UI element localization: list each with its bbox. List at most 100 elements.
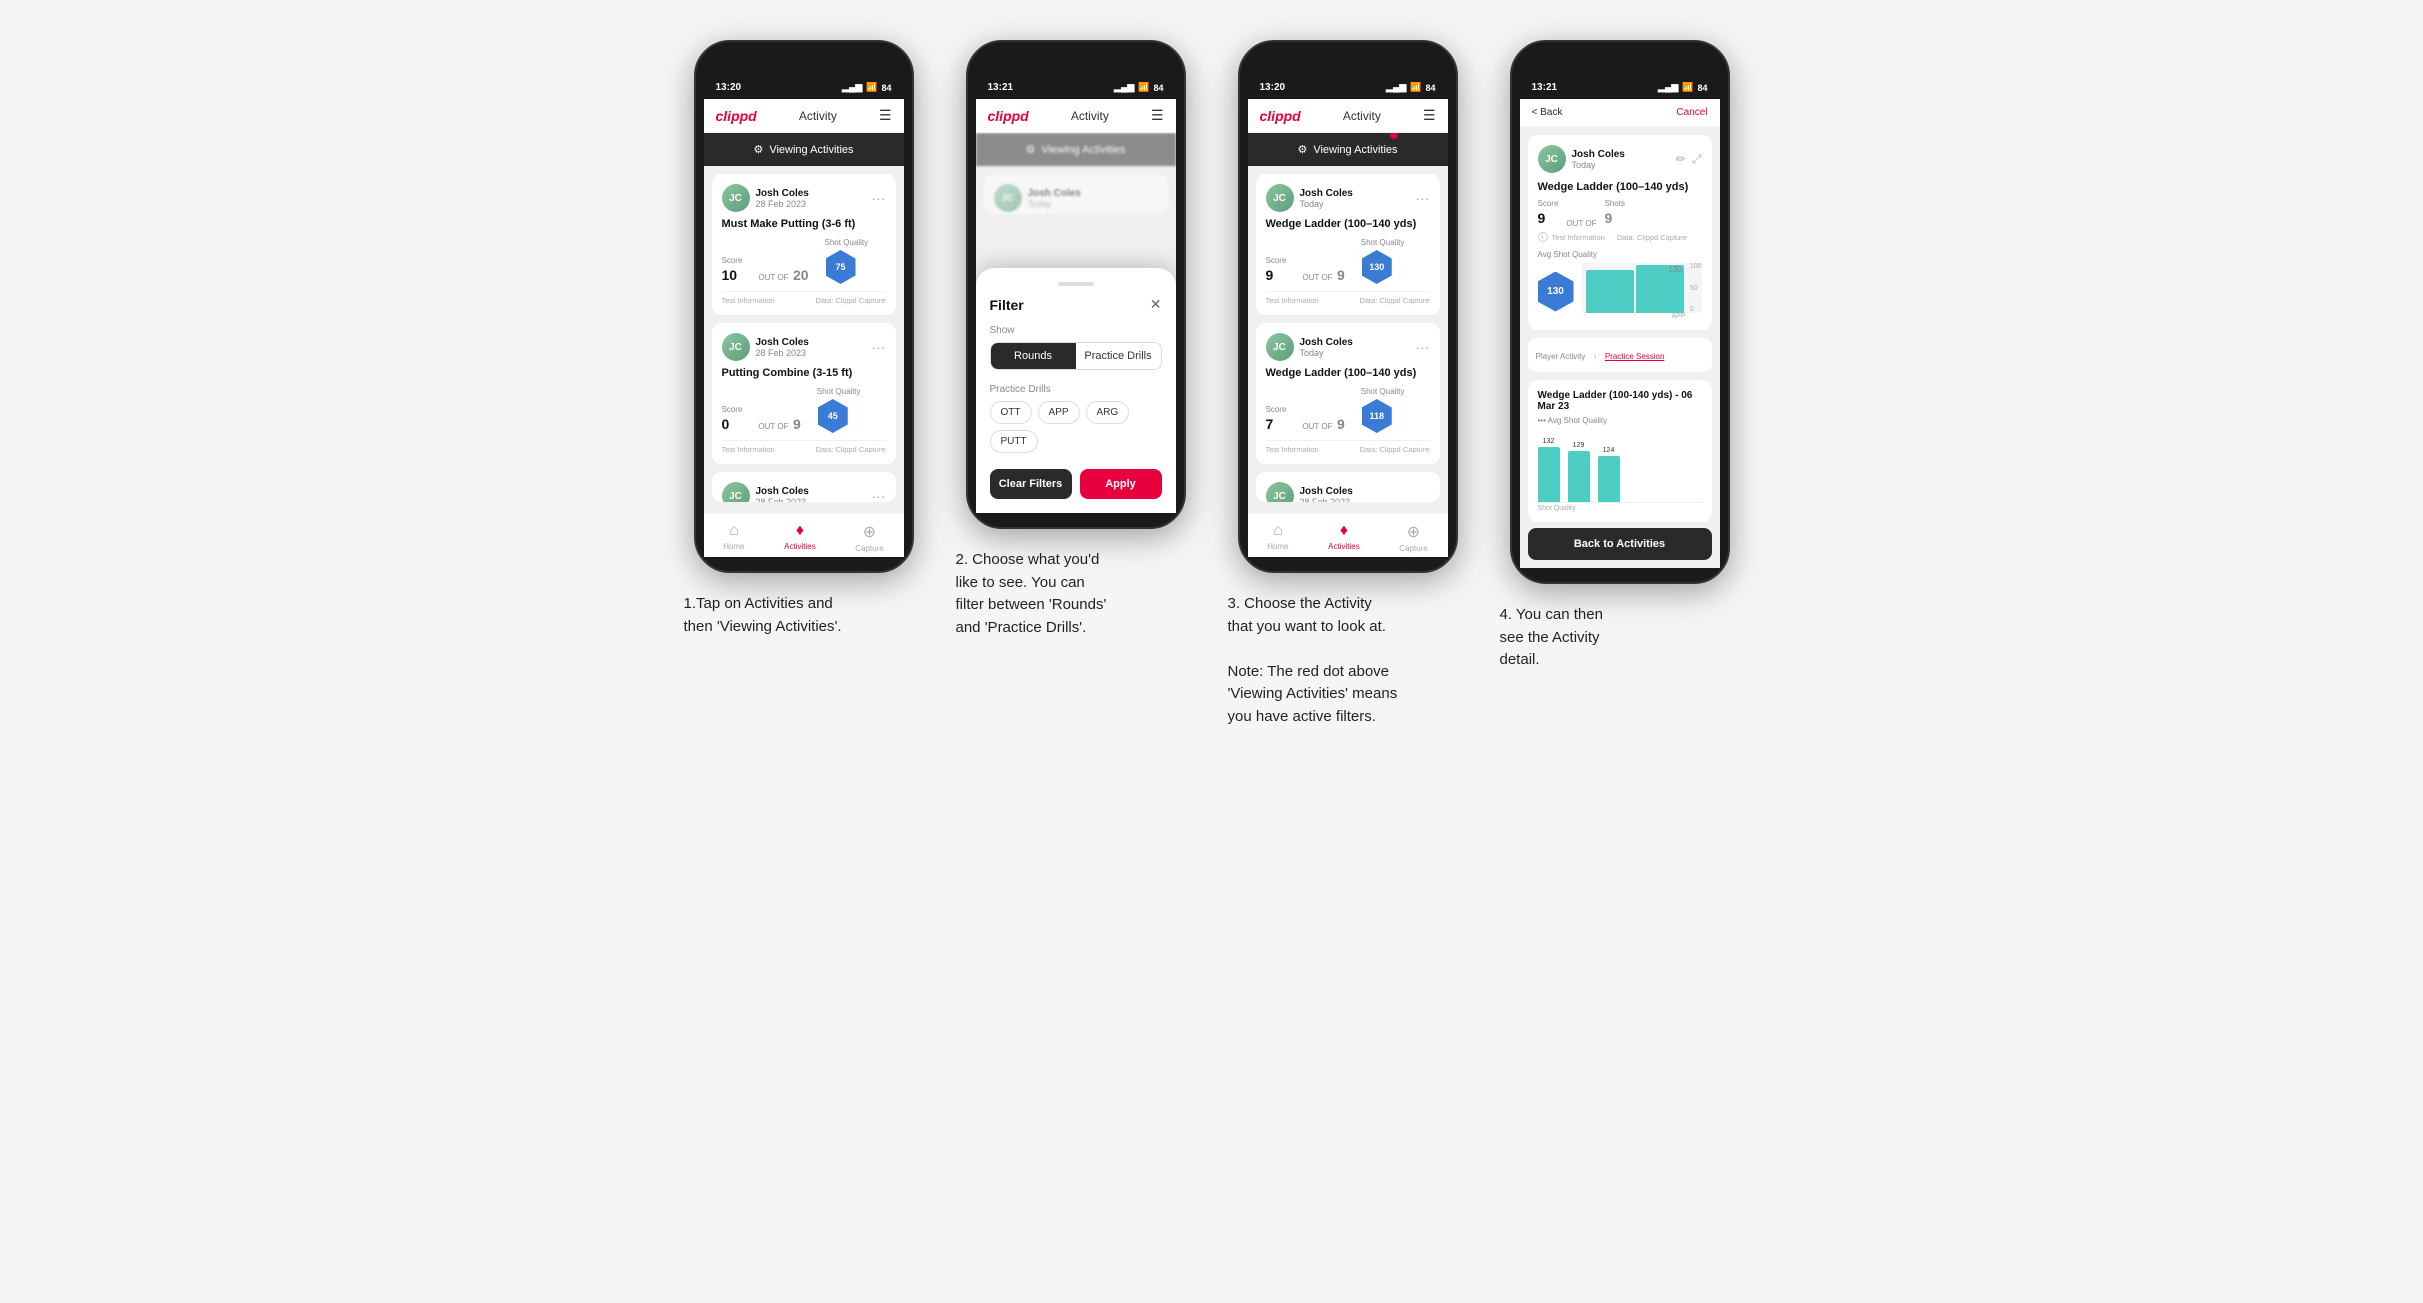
app-header-2: clippd Activity ☰ <box>976 99 1176 133</box>
score-section-1-2: Score 0 <box>722 405 743 434</box>
phone-4: 13:21 ▂▄▆ 📶 84 < Back Cancel JC <box>1510 40 1730 584</box>
card-dots-1-2[interactable]: ··· <box>872 339 886 355</box>
home-icon-3: ⌂ <box>1273 522 1283 540</box>
card-dots-1-1[interactable]: ··· <box>872 190 886 206</box>
avatar-name-3-3: JC Josh Coles 28 Feb 2023 <box>1266 482 1353 502</box>
nav-home-3[interactable]: ⌂ Home <box>1267 522 1288 553</box>
filter-toggle-rounds-2[interactable]: Rounds <box>991 343 1076 369</box>
score-value-3-2: 7 <box>1266 416 1274 432</box>
score-section-1-1: Score 10 <box>722 256 743 285</box>
card-dots-3-1[interactable]: ··· <box>1416 190 1430 206</box>
status-time-1: 13:20 <box>716 82 742 93</box>
card-header-3-3: JC Josh Coles 28 Feb 2023 <box>1266 482 1430 502</box>
home-icon-1: ⌂ <box>729 522 739 540</box>
filter-chip-arg-2[interactable]: ARG <box>1086 401 1130 424</box>
nav-capture-3[interactable]: ⊕ Capture <box>1399 522 1427 553</box>
avatar-name-3-2: JC Josh Coles Today <box>1266 333 1353 361</box>
apply-button-2[interactable]: Apply <box>1080 469 1162 499</box>
filter-title-2: Filter <box>990 297 1024 313</box>
nav-activities-3[interactable]: ♦ Activities <box>1328 522 1360 553</box>
title-section-4: Wedge Ladder (100–140 yds) Score 9 OUT O… <box>1538 181 1702 242</box>
phone-1-column: 13:20 ▂▄▆ 📶 84 clippd Activity ☰ ⚙ Viewi… <box>684 40 924 638</box>
chart-label-4: 130 <box>1668 265 1681 274</box>
footer-right-1-2: Data: Clippd Capture <box>815 445 885 454</box>
filter-chip-app-2[interactable]: APP <box>1038 401 1080 424</box>
back-button-4[interactable]: < Back <box>1532 107 1563 118</box>
edit-icon-4[interactable]: ✏ <box>1676 152 1686 167</box>
bg-card-2: JC Josh Coles Today <box>984 174 1168 214</box>
detail-content-4: JC Josh Coles Today ✏ ⤢ <box>1520 127 1720 568</box>
card-header-1-3: JC Josh Coles 28 Feb 2023 ··· <box>722 482 886 502</box>
activity-card-1-3: JC Josh Coles 28 Feb 2023 ··· <box>712 472 896 502</box>
expand-icon-4[interactable]: ⤢ <box>1692 152 1702 167</box>
card-name-1-3: Josh Coles <box>756 486 809 497</box>
phone-4-column: 13:21 ▂▄▆ 📶 84 < Back Cancel JC <box>1500 40 1740 672</box>
avatar-1-1: JC <box>722 184 750 212</box>
filter-handle-2 <box>1058 282 1094 286</box>
hamburger-menu-3[interactable]: ☰ <box>1423 107 1436 124</box>
sub-subtitle-4: ••• Avg Shot Quality <box>1538 416 1702 425</box>
red-dot-3 <box>1390 133 1398 139</box>
outof-3-1: OUT OF <box>1302 273 1332 282</box>
cancel-button-4[interactable]: Cancel <box>1676 107 1707 118</box>
card-date-3-2: Today <box>1300 348 1353 358</box>
nav-activities-1[interactable]: ♦ Activities <box>784 522 816 553</box>
clear-filters-button-2[interactable]: Clear Filters <box>990 469 1072 499</box>
chart-bars-4 <box>1582 263 1702 313</box>
card-title-1-1: Must Make Putting (3-6 ft) <box>722 218 886 230</box>
viewing-bar-1[interactable]: ⚙ Viewing Activities <box>704 133 904 166</box>
avatar-4: JC <box>1538 145 1566 173</box>
wifi-icon-2: 📶 <box>1138 82 1149 93</box>
bg-content-2: ⚙ Viewing Activities JC Josh Coles Today <box>976 133 1176 222</box>
data-source-4: Data: Clippd Capture <box>1617 233 1687 242</box>
footer-left-1-1: Test Information <box>722 296 775 305</box>
hex-badge-1-2: 45 <box>817 398 849 434</box>
nav-capture-1[interactable]: ⊕ Capture <box>855 522 883 553</box>
shots-label-4: Shots <box>1604 199 1624 208</box>
card-header-1-2: JC Josh Coles 28 Feb 2023 ··· <box>722 333 886 361</box>
screen-2: ⚙ Viewing Activities JC Josh Coles Today <box>976 133 1176 513</box>
viewing-bar-3[interactable]: ⚙ Viewing Activities <box>1248 133 1448 166</box>
name-date-1-3: Josh Coles 28 Feb 2023 <box>756 486 809 503</box>
viewing-text-1: Viewing Activities <box>769 144 853 156</box>
card-stats-1-2: Score 0 OUT OF 9 Shot Quality <box>722 387 886 434</box>
filter-toggle-drills-2[interactable]: Practice Drills <box>1076 343 1161 369</box>
hamburger-menu-2[interactable]: ☰ <box>1151 107 1164 124</box>
home-label-3: Home <box>1267 542 1288 551</box>
shots-val-4: 9 <box>1604 210 1612 226</box>
filter-chip-putt-2[interactable]: PUTT <box>990 430 1038 453</box>
card-footer-3-2: Test Information Data: Clippd Capture <box>1266 440 1430 454</box>
info-row-4: i Test Information Data: Clippd Capture <box>1538 232 1694 242</box>
activity-card-3-2[interactable]: JC Josh Coles Today ··· Wedge Ladder (10… <box>1256 323 1440 464</box>
activity-card-1-1[interactable]: JC Josh Coles 28 Feb 2023 ··· Must Make … <box>712 174 896 315</box>
hamburger-menu-1[interactable]: ☰ <box>879 107 892 124</box>
score-section-3-1: Score 9 <box>1266 256 1287 285</box>
hex-shape-1-2: 45 <box>818 399 848 433</box>
activity-card-3-3: JC Josh Coles 28 Feb 2023 <box>1256 472 1440 502</box>
filter-close-button-2[interactable]: ✕ <box>1150 296 1162 313</box>
filter-chip-ott-2[interactable]: OTT <box>990 401 1032 424</box>
shots-value-3-2: 9 <box>1337 416 1345 432</box>
user-name-4: Josh Coles <box>1572 149 1625 160</box>
quality-label-3-2: Shot Quality <box>1361 387 1405 396</box>
score-value-1-1: 10 <box>722 267 738 283</box>
back-to-activities-button-4[interactable]: Back to Activities <box>1528 528 1712 560</box>
card-header-1-1: JC Josh Coles 28 Feb 2023 ··· <box>722 184 886 212</box>
viewing-icon-3: ⚙ <box>1297 143 1307 156</box>
status-icons-1: ▂▄▆ 📶 84 <box>842 82 891 93</box>
session-link-4[interactable]: Practice Session <box>1605 352 1665 361</box>
hex-shape-3-2: 118 <box>1362 399 1392 433</box>
activity-card-1-2[interactable]: JC Josh Coles 28 Feb 2023 ··· Putting Co… <box>712 323 896 464</box>
bottom-nav-3: ⌂ Home ♦ Activities ⊕ Capture <box>1248 513 1448 557</box>
bg-card-header-2: JC Josh Coles Today <box>994 184 1158 212</box>
wifi-icon-4: 📶 <box>1682 82 1693 93</box>
battery-icon-3: 84 <box>1425 83 1435 93</box>
hex-badge-1-1: 75 <box>825 249 857 285</box>
nav-home-1[interactable]: ⌂ Home <box>723 522 744 553</box>
card-dots-3-2[interactable]: ··· <box>1416 339 1430 355</box>
activity-card-3-1[interactable]: JC Josh Coles Today ··· Wedge Ladder (10… <box>1256 174 1440 315</box>
footer-left-1-2: Test Information <box>722 445 775 454</box>
score-value-3-1: 9 <box>1266 267 1274 283</box>
card-dots-1-3[interactable]: ··· <box>872 488 886 502</box>
test-info-4: Test Information <box>1552 233 1605 242</box>
